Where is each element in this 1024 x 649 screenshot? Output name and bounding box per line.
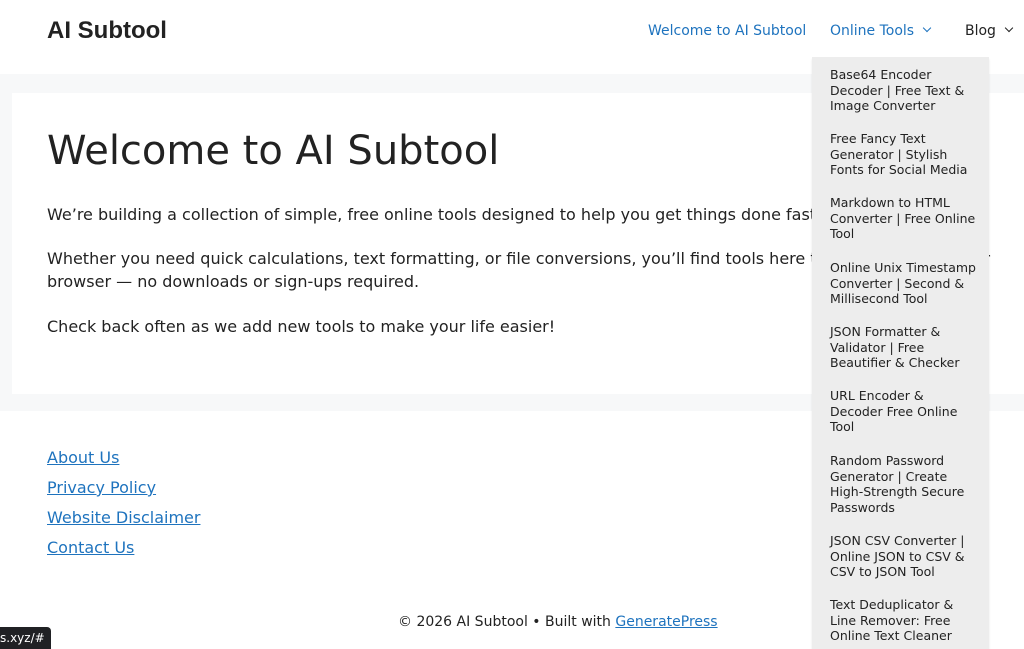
footer-link-disclaimer[interactable]: Website Disclaimer [47, 507, 200, 529]
status-url-tooltip: s.xyz/# [0, 627, 51, 649]
dropdown-item-markdown[interactable]: Markdown to HTML Converter | Free Online… [830, 195, 978, 242]
dropdown-item-url-encoder[interactable]: URL Encoder & Decoder Free Online Tool [830, 388, 978, 435]
copyright-text: © 2026 AI Subtool • Built with [398, 614, 616, 630]
footer-link-contact[interactable]: Contact Us [47, 537, 134, 559]
online-tools-dropdown: Base64 Encoder Decoder | Free Text & Ima… [812, 57, 989, 649]
generatepress-link[interactable]: GeneratePress [615, 614, 717, 630]
dropdown-item-json-csv[interactable]: JSON CSV Converter | Online JSON to CSV … [830, 533, 978, 580]
chevron-down-icon [922, 23, 932, 33]
nav-online-tools[interactable]: Online Tools [830, 21, 932, 41]
dropdown-item-base64[interactable]: Base64 Encoder Decoder | Free Text & Ima… [830, 67, 978, 114]
nav-blog[interactable]: Blog [965, 21, 1014, 41]
footer-link-privacy[interactable]: Privacy Policy [47, 477, 156, 499]
dropdown-item-password[interactable]: Random Password Generator | Create High-… [830, 453, 978, 516]
page-title: Welcome to AI Subtool [47, 128, 500, 174]
chevron-down-icon [1004, 23, 1014, 33]
footer-link-about[interactable]: About Us [47, 447, 119, 469]
site-title[interactable]: AI Subtool [47, 15, 167, 47]
dropdown-item-timestamp[interactable]: Online Unix Timestamp Converter | Second… [830, 260, 978, 307]
nav-welcome[interactable]: Welcome to AI Subtool [648, 21, 806, 41]
dropdown-item-deduplicator[interactable]: Text Deduplicator & Line Remover: Free O… [830, 597, 978, 644]
dropdown-item-fancy-text[interactable]: Free Fancy Text Generator | Stylish Font… [830, 131, 978, 178]
nav-online-tools-label: Online Tools [830, 23, 915, 39]
copyright: © 2026 AI Subtool • Built with GenerateP… [398, 612, 718, 632]
dropdown-item-json-formatter[interactable]: JSON Formatter & Validator | Free Beauti… [830, 324, 978, 371]
nav-blog-label: Blog [965, 23, 996, 39]
